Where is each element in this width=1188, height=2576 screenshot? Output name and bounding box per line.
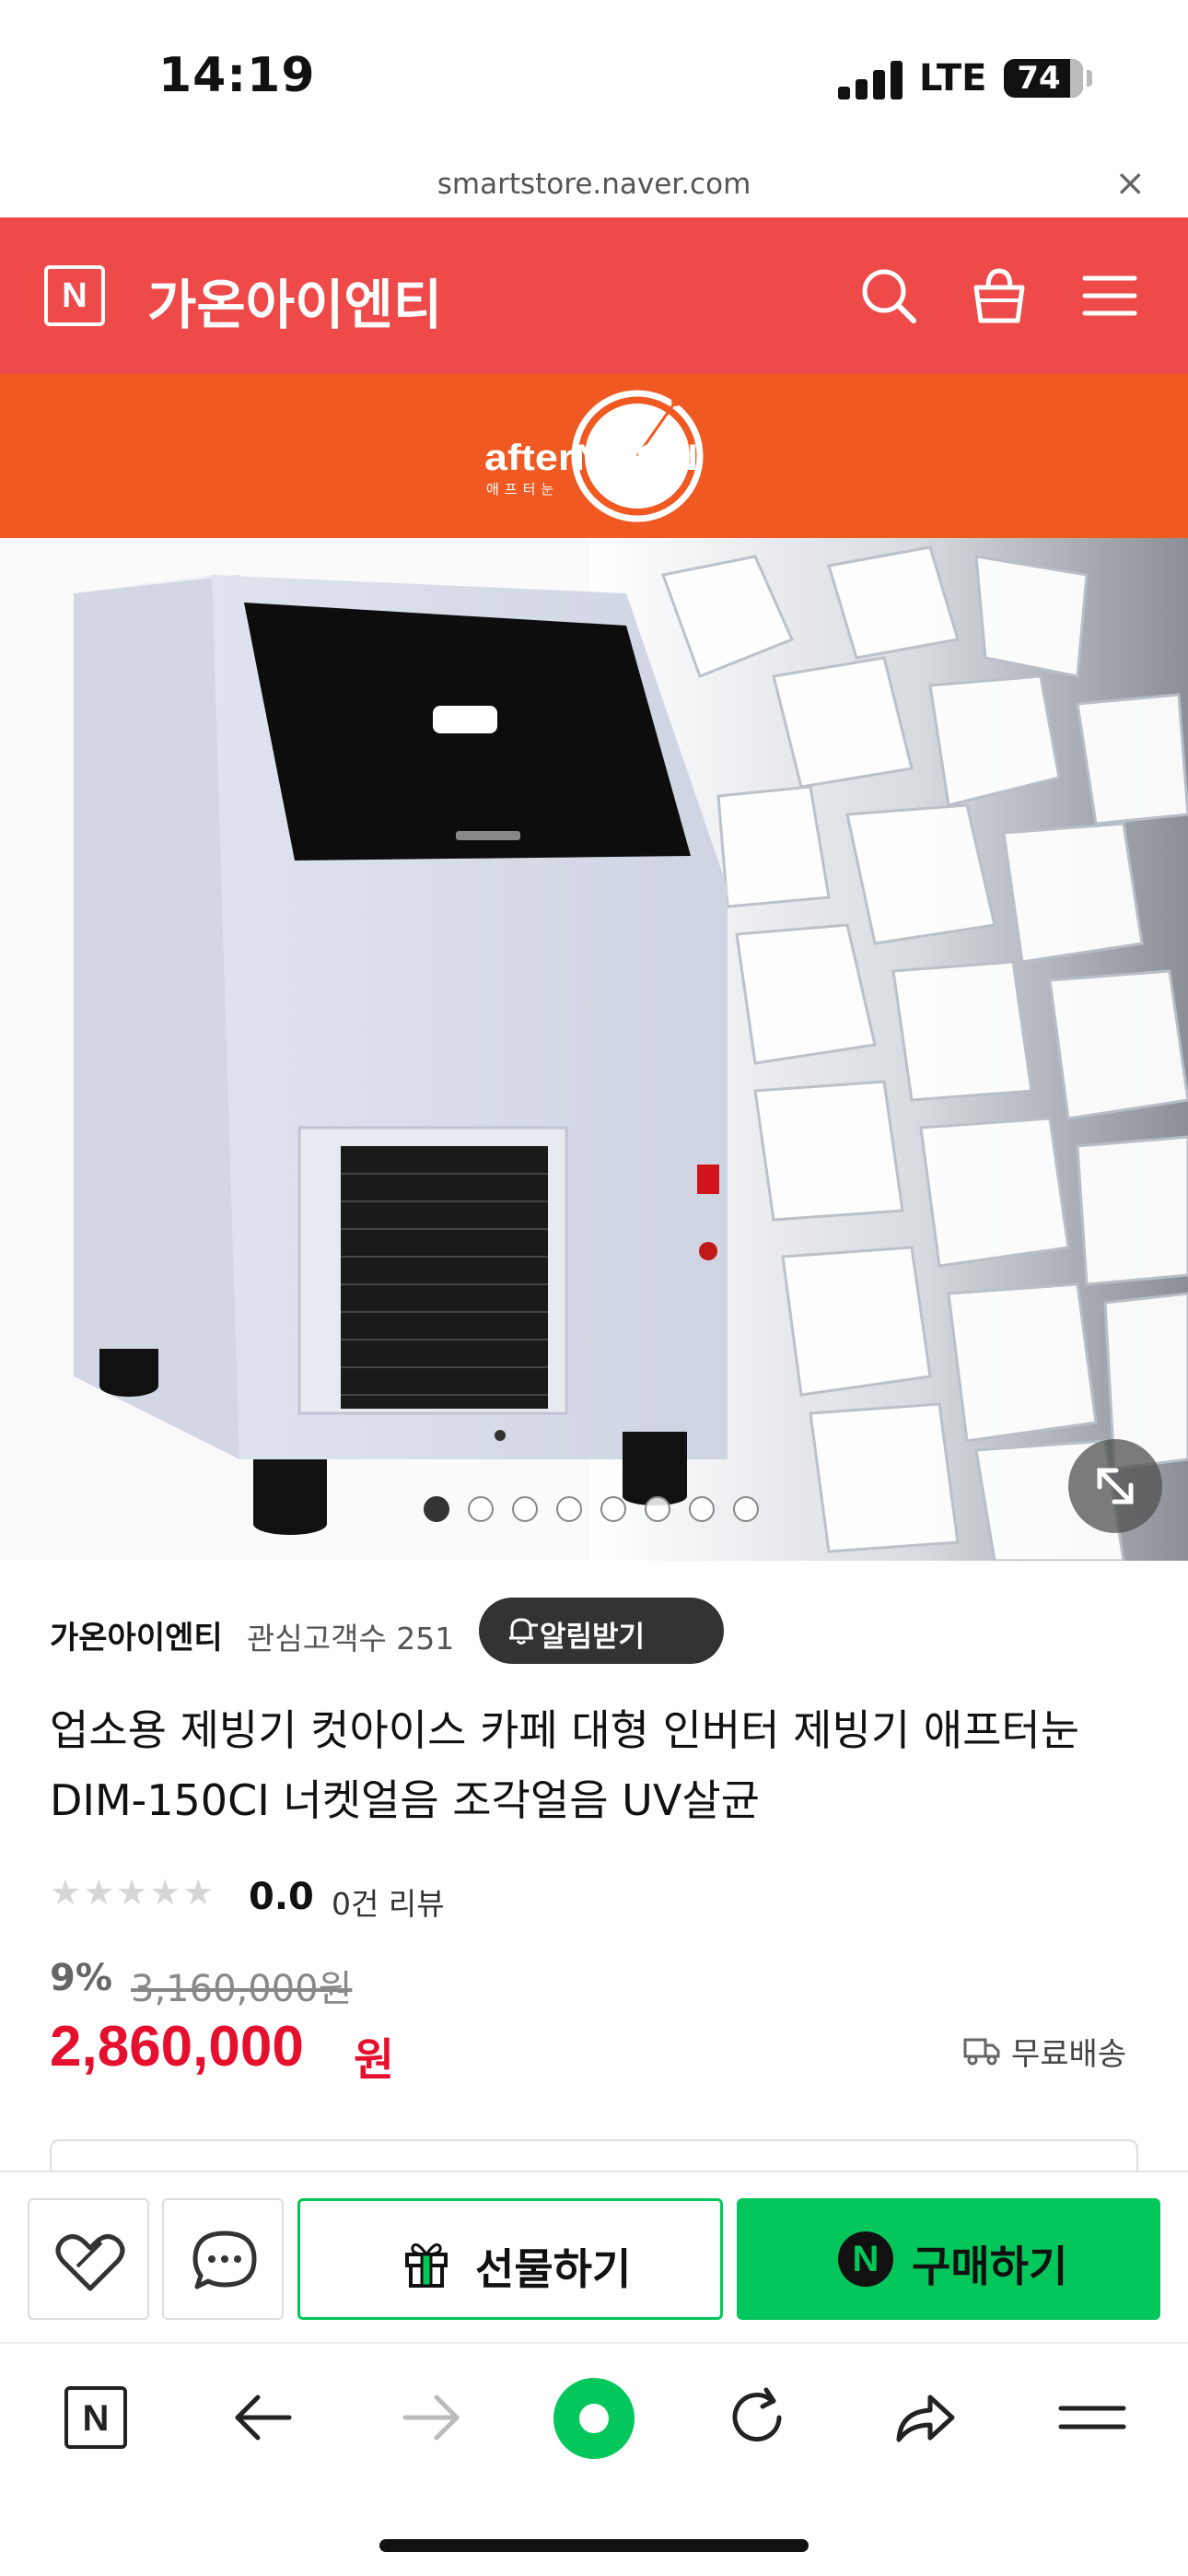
- shopping-bag-icon[interactable]: [967, 263, 1031, 328]
- url-bar[interactable]: smartstore.naver.com ×: [0, 157, 1188, 217]
- gallery-dot[interactable]: [689, 1496, 715, 1522]
- naver-green-dot-icon[interactable]: [553, 2377, 635, 2460]
- status-bar: 14:19 LTE 74: [0, 0, 1188, 157]
- network-type: LTE: [919, 57, 987, 100]
- rating-stars: ★★★★★: [50, 1872, 216, 1913]
- naver-pay-icon: N: [838, 2231, 893, 2287]
- naver-home-icon: N: [64, 2386, 127, 2449]
- truck-icon: [963, 2038, 1000, 2066]
- bell-plus-icon: [509, 1618, 538, 1645]
- expand-image-button[interactable]: [1068, 1439, 1162, 1533]
- battery-level: 74: [1017, 60, 1061, 97]
- power-switch: [697, 1165, 719, 1194]
- naver-home-button[interactable]: N: [59, 2381, 133, 2454]
- currency: 원: [354, 2034, 395, 2086]
- gift-button[interactable]: 선물하기: [297, 2198, 723, 2320]
- search-icon[interactable]: [856, 263, 921, 328]
- gift-icon: [405, 2242, 448, 2288]
- shipping-info: 무료배송: [963, 2023, 1147, 2075]
- forward-arrow-icon[interactable]: [394, 2381, 468, 2454]
- brand-banner[interactable]: afterNOON 애프터눈: [0, 374, 1188, 538]
- rating-value: 0.0: [249, 1876, 314, 1918]
- seller-row: 가온아이엔티 관심고객수 251 알림받기: [50, 1594, 1146, 1668]
- expand-icon: [1097, 1468, 1134, 1505]
- heart-icon: [55, 2234, 125, 2291]
- talk-button[interactable]: [162, 2198, 284, 2320]
- back-arrow-icon[interactable]: [227, 2381, 300, 2454]
- store-header: N 가온아이엔티: [0, 217, 1188, 374]
- signal-icon: [838, 59, 903, 100]
- buy-button-label: 구매하기: [912, 2242, 1068, 2291]
- battery-tip: [1087, 70, 1092, 87]
- original-price: 3,160,000원: [131, 1968, 353, 2010]
- wishlist-button[interactable]: [28, 2198, 149, 2320]
- naver-logo-icon[interactable]: N: [44, 265, 105, 326]
- follower-count: 관심고객수 251: [247, 1621, 455, 1657]
- discount-rate: 9%: [50, 1957, 112, 1999]
- chat-bubble-icon: [192, 2231, 257, 2289]
- machine-badge: [433, 706, 497, 733]
- home-indicator[interactable]: [379, 2539, 809, 2552]
- toolbar-home-letter: N: [83, 2398, 110, 2439]
- seller-name[interactable]: 가온아이엔티: [50, 1612, 223, 1657]
- shipping-label: 무료배송: [1011, 2036, 1127, 2073]
- menu-icon[interactable]: [1077, 263, 1142, 328]
- alarm-button[interactable]: 알림받기: [479, 1598, 724, 1664]
- gallery-dot[interactable]: [645, 1496, 670, 1522]
- product-title: 업소용 제빙기 컷아이스 카페 대형 인버터 제빙기 애프터눈 DIM-150C…: [50, 1705, 1080, 1825]
- battery-icon: 74: [1004, 59, 1083, 98]
- brand-name-after: afterNOON: [484, 438, 698, 478]
- status-time: 14:19: [158, 48, 316, 103]
- purchase-action-bar: 선물하기 N 구매하기: [0, 2171, 1188, 2342]
- url-text[interactable]: smartstore.naver.com: [0, 168, 1188, 201]
- gallery-dot[interactable]: [468, 1496, 494, 1522]
- brand-logo: afterNOON 애프터눈: [484, 390, 704, 522]
- store-name[interactable]: 가온아이엔티: [147, 262, 442, 339]
- ice-maker-photo: [74, 538, 1188, 1561]
- rating-row[interactable]: ★★★★★ 0.0 0건 리뷰: [50, 1865, 694, 1922]
- gallery-dot[interactable]: [733, 1496, 759, 1522]
- gallery-dot[interactable]: [512, 1496, 538, 1522]
- buy-button[interactable]: N 구매하기: [737, 2198, 1160, 2320]
- product-image[interactable]: [0, 538, 1188, 1561]
- gallery-dot[interactable]: [556, 1496, 582, 1522]
- gallery-dot[interactable]: [424, 1496, 449, 1522]
- brand-sub: 애프터눈: [486, 481, 559, 498]
- menu-lines-icon[interactable]: [1055, 2381, 1129, 2454]
- share-icon[interactable]: [888, 2381, 961, 2454]
- alarm-button-label: 알림받기: [540, 1621, 646, 1654]
- sale-price: 2,860,000: [50, 2015, 304, 2078]
- close-icon[interactable]: ×: [1114, 162, 1146, 205]
- discount-row: 9% 3,160,000원: [50, 1951, 694, 2010]
- gift-button-label: 선물하기: [475, 2244, 632, 2294]
- review-count[interactable]: 0건 리뷰: [332, 1879, 445, 1924]
- price-row: 2,860,000 원: [50, 2014, 694, 2088]
- refresh-icon[interactable]: [720, 2381, 794, 2454]
- gallery-dot[interactable]: [600, 1496, 626, 1522]
